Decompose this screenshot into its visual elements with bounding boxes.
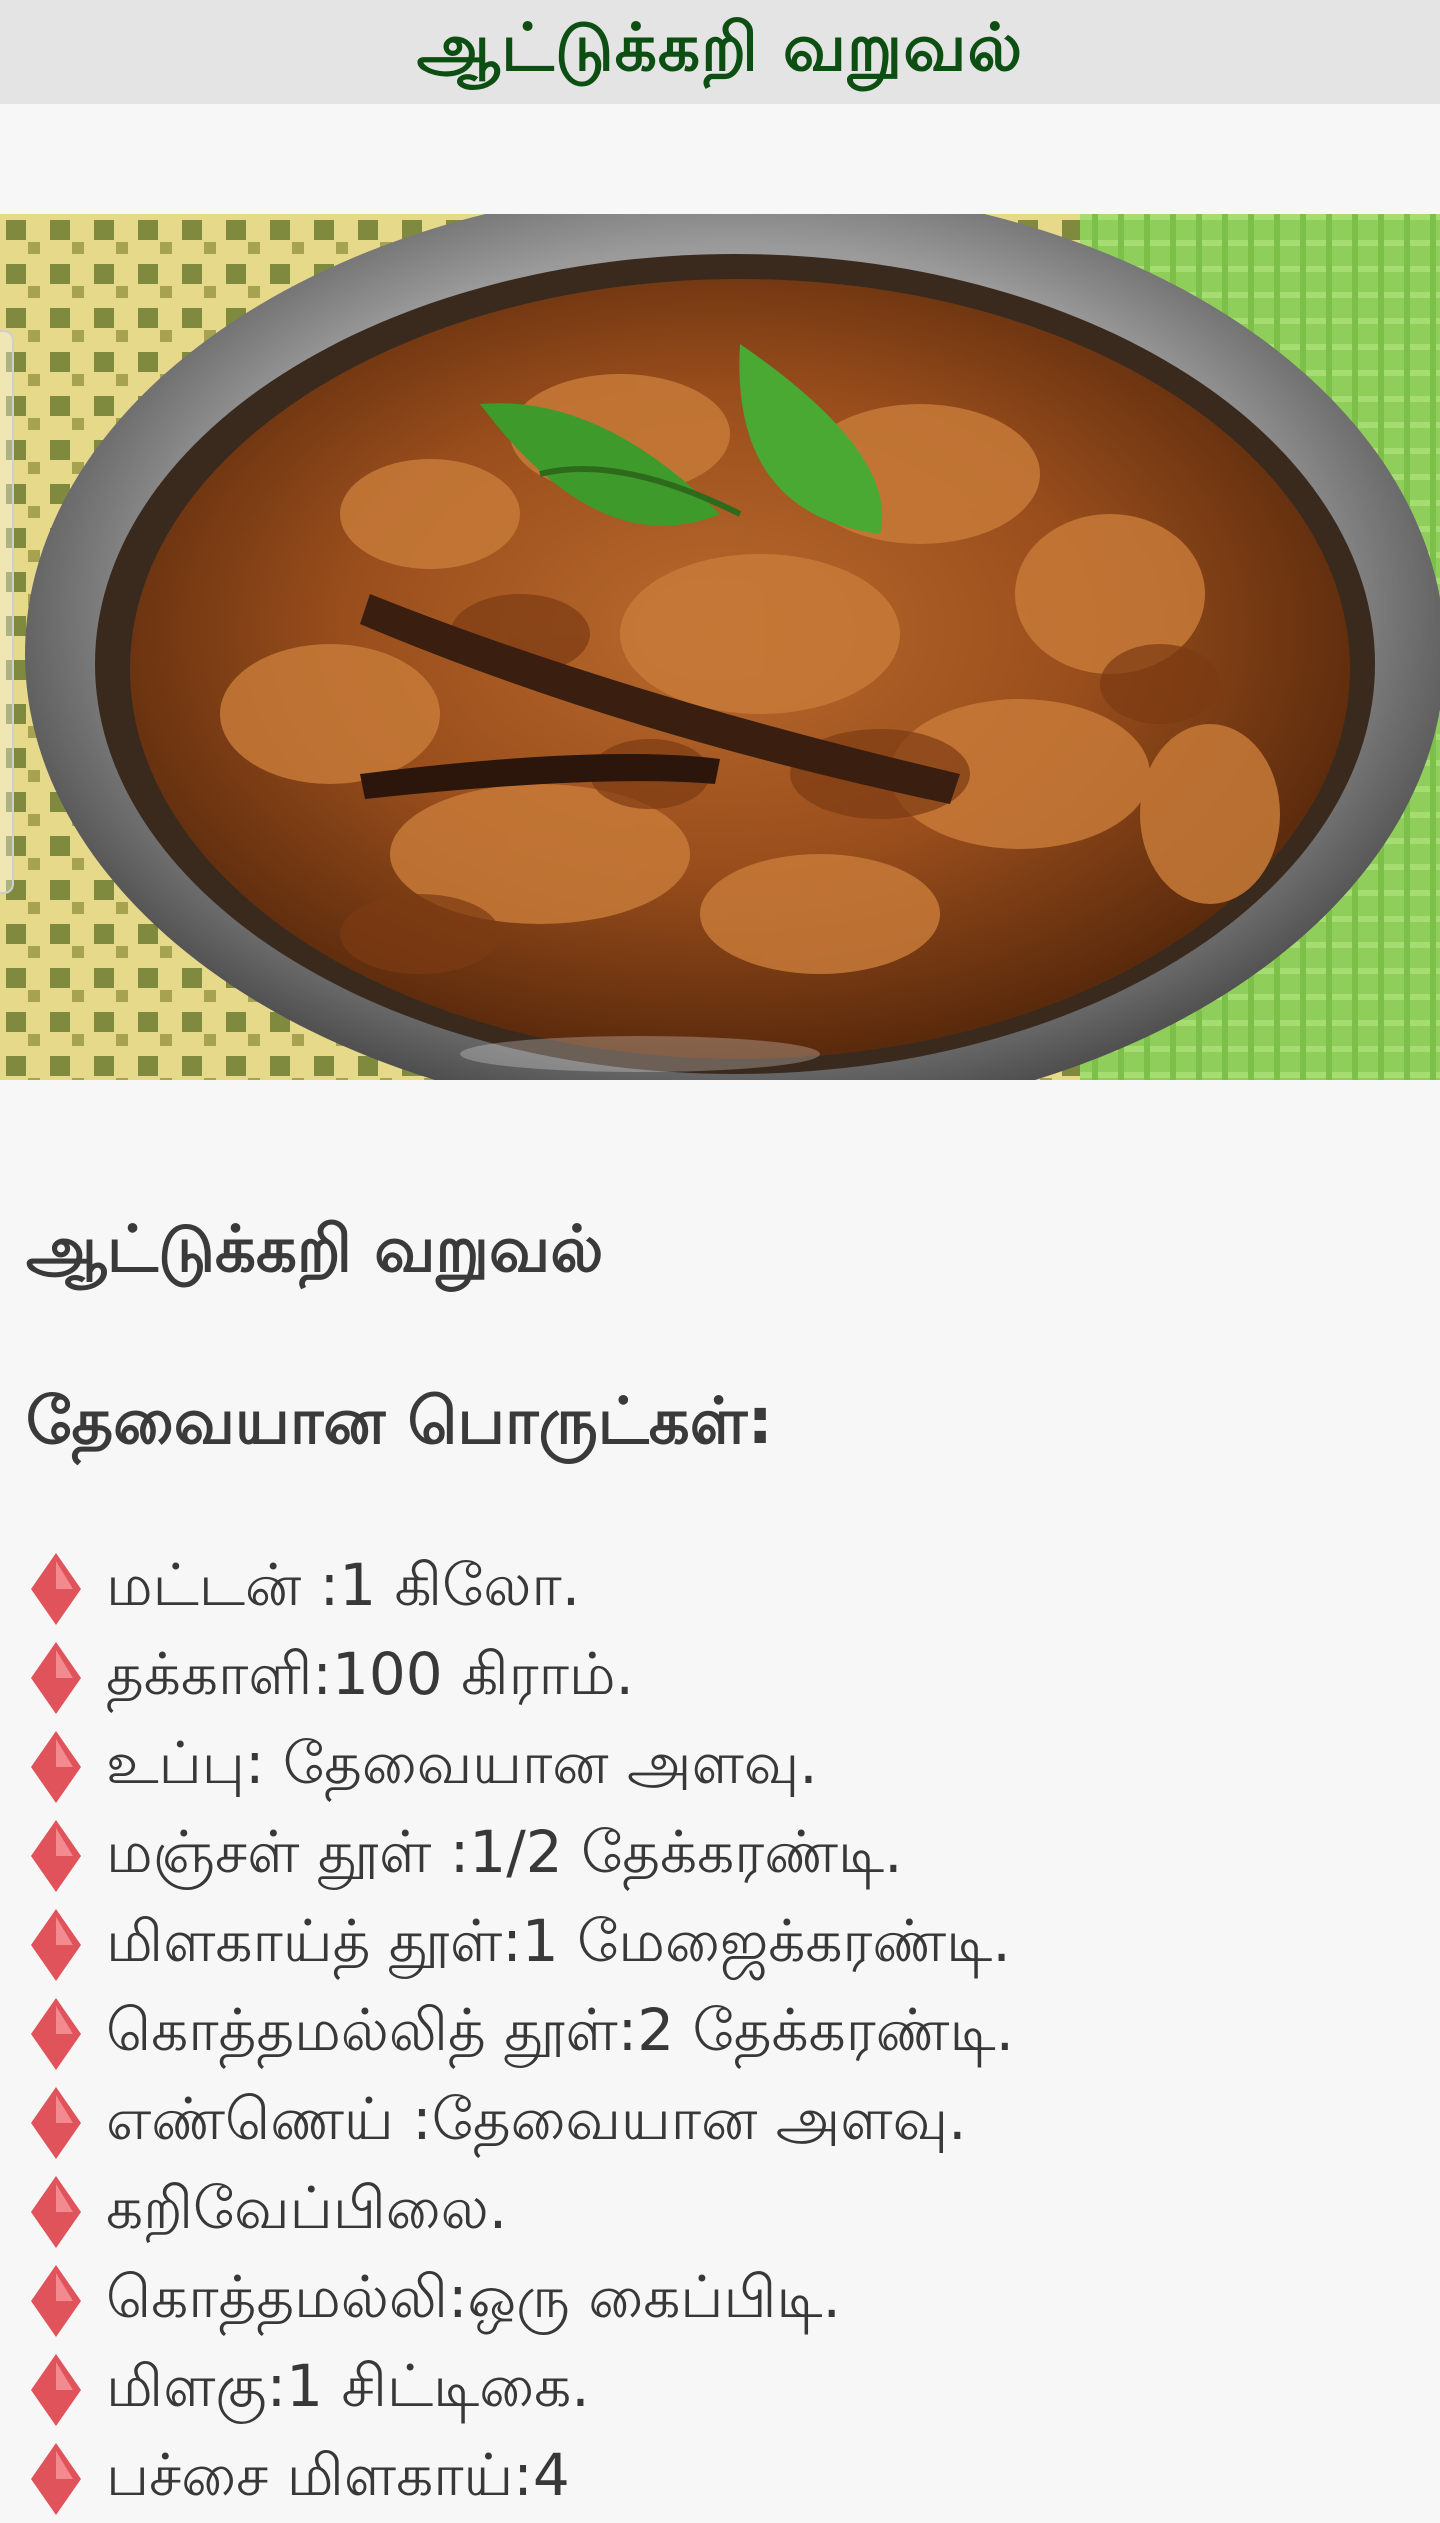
red-diamond-icon bbox=[26, 1729, 86, 1805]
ingredient-text: மட்டன் :1 கிலோ. bbox=[106, 1550, 581, 1619]
recipe-title: ஆட்டுக்கறி வறுவல் bbox=[26, 1213, 604, 1287]
ingredient-text: மிளகாய்த் தூள்:1 மேஜைக்கரண்டி. bbox=[106, 1906, 1011, 1975]
red-diamond-icon bbox=[26, 2263, 86, 2339]
recipe-content: ஆட்டுக்கறி வறுவல் தேவையான பொருட்கள்: மட்… bbox=[26, 1200, 1416, 2523]
ingredient-text: தக்காளி:100 கிராம். bbox=[106, 1639, 634, 1708]
list-item: மஞ்சள் தூள் :1/2 தேக்கரண்டி. bbox=[26, 1811, 1416, 1900]
red-diamond-icon bbox=[26, 1907, 86, 1983]
red-diamond-icon bbox=[26, 1640, 86, 1716]
ingredient-text: எண்ணெய் :தேவையான அளவு. bbox=[106, 2084, 967, 2153]
ingredient-text: மஞ்சள் தூள் :1/2 தேக்கரண்டி. bbox=[106, 1817, 903, 1886]
list-item: மிளகாய்த் தூள்:1 மேஜைக்கரண்டி. bbox=[26, 1900, 1416, 1989]
red-diamond-icon bbox=[26, 2174, 86, 2250]
mutton-fry-image bbox=[0, 214, 1440, 1080]
list-item: உப்பு: தேவையான அளவு. bbox=[26, 1722, 1416, 1811]
ingredients-list: மட்டன் :1 கிலோ. தக்காளி:100 கிராம். உப்ப… bbox=[26, 1544, 1416, 2523]
list-item: கொத்தமல்லித் தூள்:2 தேக்கரண்டி. bbox=[26, 1989, 1416, 2078]
ingredients-heading: தேவையான பொருட்கள்: bbox=[26, 1385, 773, 1459]
scroll-handle[interactable] bbox=[0, 330, 14, 894]
app-title-bar: ஆட்டுக்கறி வறுவல் bbox=[0, 0, 1440, 104]
list-item: எண்ணெய் :தேவையான அளவு. bbox=[26, 2078, 1416, 2167]
red-diamond-icon bbox=[26, 2352, 86, 2428]
list-item: பச்சை மிளகாய்:4 bbox=[26, 2434, 1416, 2523]
red-diamond-icon bbox=[26, 2441, 86, 2517]
app-title: ஆட்டுக்கறி வறுவல் bbox=[416, 9, 1024, 86]
red-diamond-icon bbox=[26, 1551, 86, 1627]
list-item: மட்டன் :1 கிலோ. bbox=[26, 1544, 1416, 1633]
ingredient-text: கொத்தமல்லி:ஒரு கைப்பிடி. bbox=[106, 2262, 841, 2331]
ingredient-text: கறிவேப்பிலை. bbox=[106, 2173, 508, 2242]
ingredient-text: உப்பு: தேவையான அளவு. bbox=[106, 1728, 818, 1797]
recipe-photo bbox=[0, 214, 1440, 1080]
ingredient-text: கொத்தமல்லித் தூள்:2 தேக்கரண்டி. bbox=[106, 1995, 1015, 2064]
ingredient-text: பச்சை மிளகாய்:4 bbox=[106, 2440, 570, 2509]
red-diamond-icon bbox=[26, 1996, 86, 2072]
list-item: தக்காளி:100 கிராம். bbox=[26, 1633, 1416, 1722]
red-diamond-icon bbox=[26, 2085, 86, 2161]
list-item: கொத்தமல்லி:ஒரு கைப்பிடி. bbox=[26, 2256, 1416, 2345]
list-item: மிளகு:1 சிட்டிகை. bbox=[26, 2345, 1416, 2434]
ingredient-text: மிளகு:1 சிட்டிகை. bbox=[106, 2351, 590, 2420]
red-diamond-icon bbox=[26, 1818, 86, 1894]
list-item: கறிவேப்பிலை. bbox=[26, 2167, 1416, 2256]
